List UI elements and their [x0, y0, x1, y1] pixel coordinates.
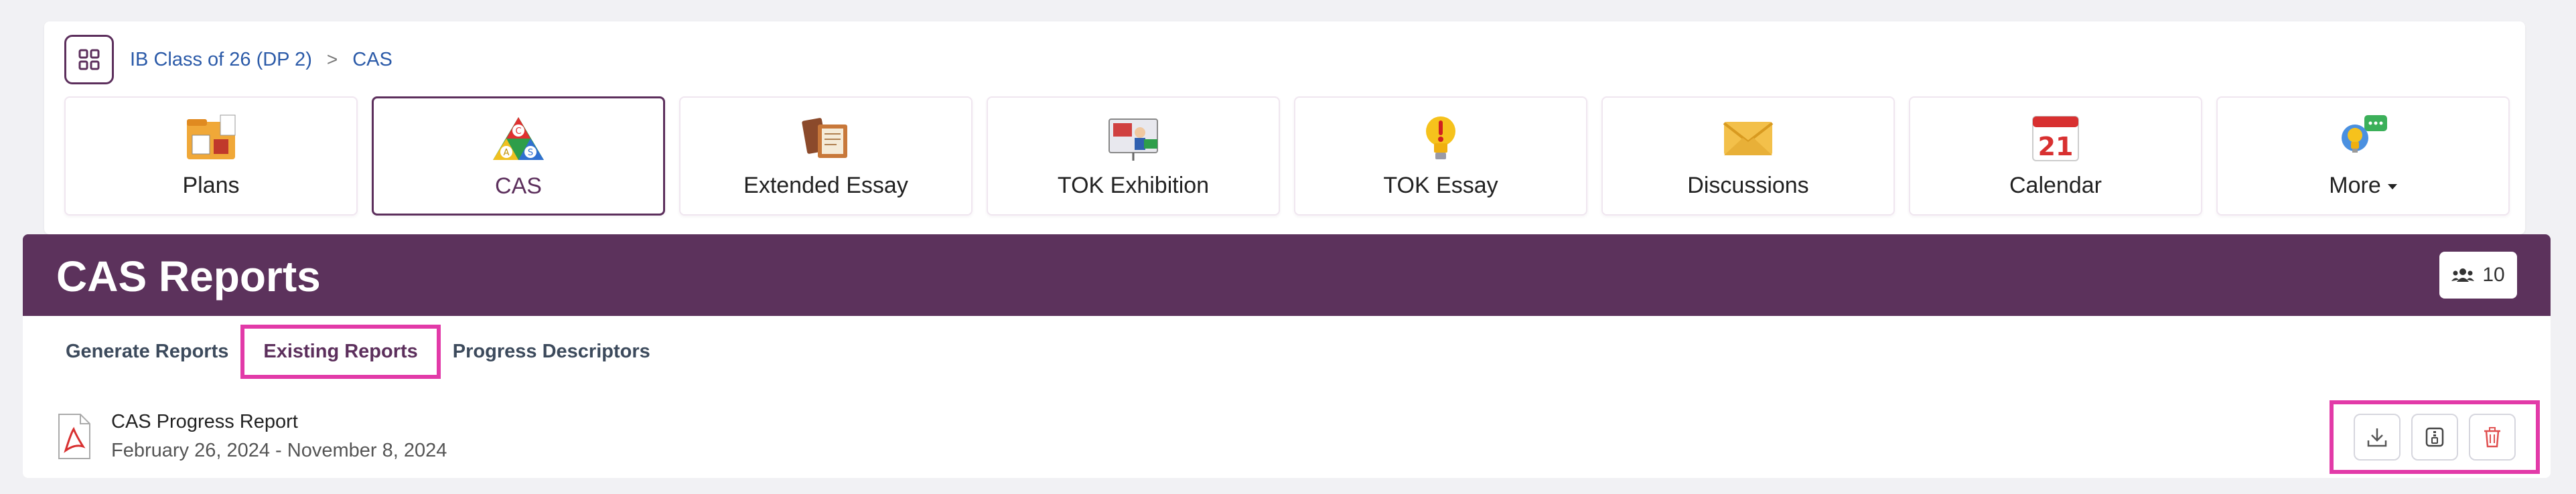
members-button[interactable]: 10	[2439, 252, 2517, 299]
tile-cas[interactable]: C A S CAS	[372, 96, 665, 216]
breadcrumb-separator: >	[326, 49, 338, 70]
calendar-icon: 21	[2032, 116, 2079, 161]
download-icon	[2367, 428, 2387, 447]
apps-grid-button[interactable]	[64, 35, 114, 84]
lightbulb-icon	[1426, 116, 1455, 159]
module-tiles: Plans C A S CAS Extended Essay TOK Exhib…	[64, 96, 2510, 216]
report-date-range: February 26, 2024 - November 8, 2024	[111, 440, 447, 461]
svg-text:21: 21	[2038, 132, 2074, 161]
tile-extended-essay[interactable]: Extended Essay	[679, 96, 973, 216]
member-count: 10	[2482, 264, 2505, 286]
tile-tok-essay[interactable]: TOK Essay	[1294, 96, 1587, 216]
trash-icon	[2484, 427, 2500, 448]
pdf-file-icon	[58, 414, 90, 459]
tab-existing-reports[interactable]: Existing Reports	[240, 324, 441, 379]
report-item: CAS Progress Report February 26, 2024 - …	[56, 411, 447, 462]
top-card: IB Class of 26 (DP 2) > CAS Plans C A S …	[44, 21, 2525, 234]
tile-plans[interactable]: Plans	[64, 96, 358, 216]
tile-label: Calendar	[2009, 173, 2102, 198]
breadcrumb-current[interactable]: CAS	[352, 49, 392, 71]
report-title[interactable]: CAS Progress Report	[111, 411, 447, 433]
tile-label: TOK Exhibition	[1057, 173, 1210, 198]
users-icon	[2451, 268, 2475, 282]
svg-text:A: A	[504, 148, 510, 158]
tile-label: Extended Essay	[743, 173, 908, 198]
download-button[interactable]	[2354, 414, 2401, 461]
more-icon	[2342, 115, 2387, 153]
envelope-icon	[1723, 122, 1774, 155]
archive-button[interactable]	[2411, 414, 2458, 461]
tab-progress-descriptors[interactable]: Progress Descriptors	[453, 341, 650, 363]
cas-triangle-icon: C A S	[493, 117, 544, 160]
report-actions	[2330, 400, 2540, 474]
breadcrumb: IB Class of 26 (DP 2) > CAS	[64, 35, 392, 84]
tile-more[interactable]: More	[2216, 96, 2510, 216]
grid-icon	[78, 49, 100, 70]
tile-label: More	[2329, 173, 2397, 199]
breadcrumb-class[interactable]: IB Class of 26 (DP 2)	[130, 49, 312, 71]
page-header: CAS Reports 10	[23, 234, 2551, 316]
svg-text:C: C	[515, 127, 521, 137]
tab-generate-reports[interactable]: Generate Reports	[66, 341, 228, 363]
zip-archive-icon	[2425, 427, 2444, 447]
tile-tok-exhibition[interactable]: TOK Exhibition	[987, 96, 1280, 216]
plans-folder-icon	[187, 114, 236, 159]
tile-calendar[interactable]: 21 Calendar	[1909, 96, 2202, 216]
tile-discussions[interactable]: Discussions	[1601, 96, 1895, 216]
tile-label: Plans	[182, 173, 240, 198]
delete-button[interactable]	[2469, 414, 2516, 461]
tile-label: CAS	[495, 173, 542, 199]
exhibition-screen-icon	[1108, 118, 1158, 161]
report-tabs: Generate Reports Existing Reports Progre…	[66, 323, 681, 380]
books-icon	[802, 118, 847, 158]
content-panel: Generate Reports Existing Reports Progre…	[23, 316, 2551, 478]
tile-label: TOK Essay	[1383, 173, 1498, 198]
svg-text:S: S	[528, 148, 533, 158]
caret-down-icon	[2387, 184, 2397, 190]
page-title: CAS Reports	[56, 252, 321, 301]
tile-label: Discussions	[1687, 173, 1809, 198]
